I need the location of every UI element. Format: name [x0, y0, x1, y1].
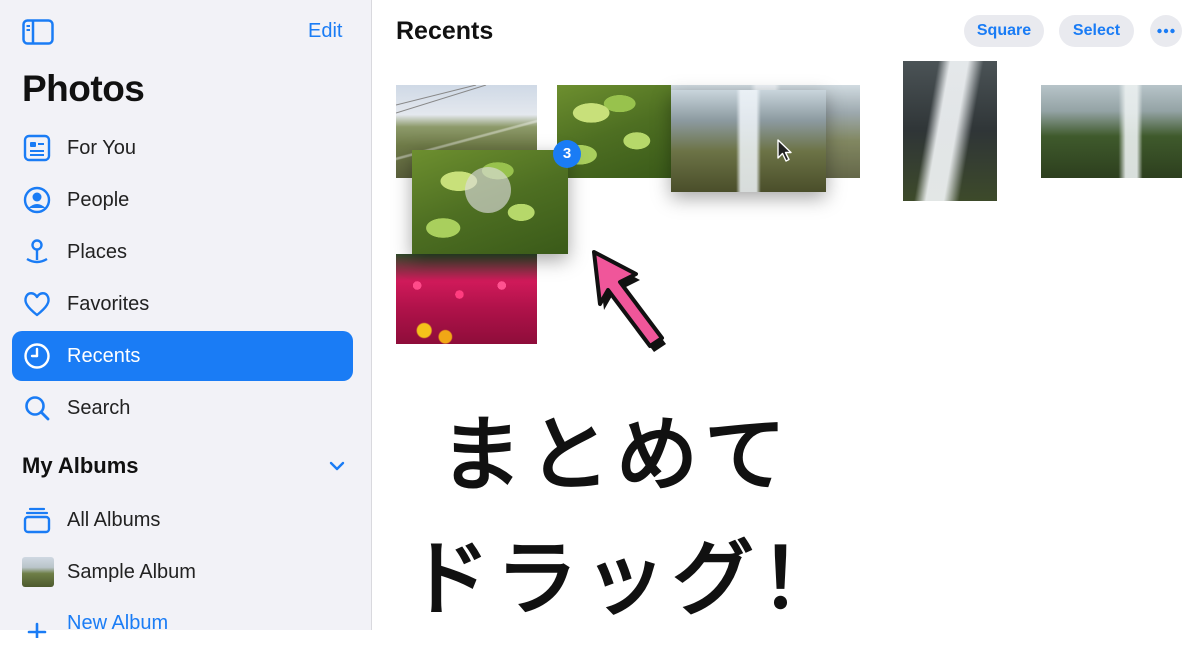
- sidebar-item-label: Search: [67, 397, 131, 419]
- sidebar-title: Photos: [22, 68, 145, 109]
- annotation-line-1: まとめて: [440, 408, 793, 503]
- sidebar-item-people[interactable]: People: [12, 175, 353, 225]
- places-icon: [26, 239, 48, 264]
- square-button[interactable]: Square: [964, 15, 1044, 47]
- clock-icon: [24, 343, 50, 369]
- sidebar-item-for-you[interactable]: For You: [12, 123, 353, 173]
- sidebar: Edit Photos For You People Places Favori…: [0, 0, 372, 638]
- dragged-photo[interactable]: [671, 90, 826, 192]
- photo-thumbnail[interactable]: [903, 61, 997, 201]
- sidebar-item-label: Sample Album: [67, 561, 196, 583]
- for-you-icon: [23, 134, 51, 162]
- sidebar-toggle-icon[interactable]: [22, 19, 54, 45]
- sidebar-item-recents[interactable]: Recents: [12, 331, 353, 381]
- select-button[interactable]: Select: [1059, 15, 1134, 47]
- sidebar-item-new-album[interactable]: New Album: [12, 599, 353, 649]
- photo-thumbnail[interactable]: [1041, 85, 1182, 178]
- sidebar-item-label: Favorites: [67, 293, 150, 315]
- albums-stack-icon: [23, 507, 51, 534]
- sidebar-item-label: Recents: [67, 345, 141, 367]
- mouse-pointer-icon: [777, 139, 792, 162]
- sidebar-item-sample-album[interactable]: Sample Album: [12, 547, 353, 597]
- more-button[interactable]: [1150, 15, 1182, 47]
- pink-arrow-icon: [592, 250, 666, 352]
- sidebar-item-all-albums[interactable]: All Albums: [12, 495, 353, 545]
- sidebar-item-label: For You: [67, 137, 136, 159]
- album-thumbnail: [22, 557, 54, 587]
- people-icon: [23, 186, 51, 214]
- ellipsis-icon: [1157, 28, 1175, 34]
- my-albums-section-header[interactable]: My Albums: [22, 451, 352, 483]
- plus-icon: [27, 622, 47, 638]
- annotation-line-2: ドラッグ！: [408, 532, 849, 627]
- search-icon: [25, 396, 50, 421]
- photo-thumbnail[interactable]: [396, 254, 537, 344]
- sidebar-item-label: New Album: [67, 612, 169, 634]
- drag-count-badge: 3: [553, 140, 581, 168]
- touch-indicator: [465, 167, 511, 213]
- sidebar-item-places[interactable]: Places: [12, 227, 353, 277]
- section-title: My Albums: [22, 453, 139, 478]
- sidebar-item-search[interactable]: Search: [12, 383, 353, 433]
- chevron-down-icon: [329, 461, 345, 471]
- sidebar-item-label: Places: [67, 241, 128, 263]
- sidebar-item-label: People: [67, 189, 130, 211]
- heart-icon: [24, 292, 50, 317]
- sidebar-item-favorites[interactable]: Favorites: [12, 279, 353, 329]
- edit-button[interactable]: Edit: [308, 20, 342, 43]
- dragged-photo-stack[interactable]: [412, 150, 568, 254]
- sidebar-item-label: All Albums: [67, 509, 161, 531]
- page-title: Recents: [396, 17, 494, 45]
